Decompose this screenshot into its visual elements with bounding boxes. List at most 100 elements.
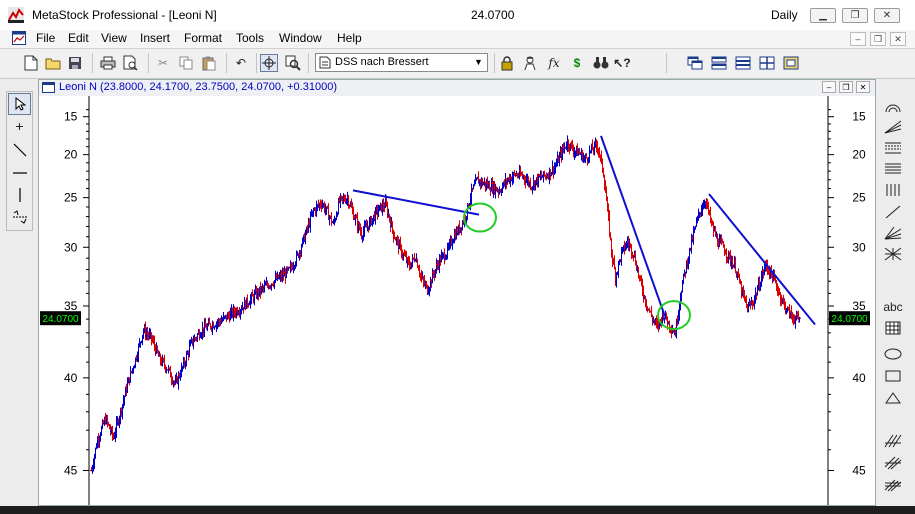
zoom-button[interactable]: [284, 54, 302, 72]
tile-horizontal-button[interactable]: [710, 54, 728, 72]
chart-minimize-button[interactable]: –: [822, 81, 836, 93]
chart-maximize-button[interactable]: ❐: [839, 81, 853, 93]
gann-grid-tool[interactable]: [880, 158, 906, 179]
open-button[interactable]: [44, 54, 62, 72]
y-tick-label: 20: [64, 148, 78, 162]
template-select[interactable]: DSS nach Bressert ▼: [315, 53, 488, 72]
cascade-windows-button[interactable]: [686, 54, 704, 72]
context-help-button[interactable]: ↖?: [613, 54, 631, 72]
window-close-button[interactable]: ✕: [874, 8, 900, 23]
chart-window[interactable]: Leoni N (23.8000, 24.1700, 23.7500, 24.0…: [38, 79, 876, 506]
error-channel-tool[interactable]: [880, 452, 906, 473]
paste-clipboard-icon: [202, 56, 216, 70]
ellipse-tool[interactable]: [880, 343, 906, 364]
restore-icon: ❐: [873, 33, 883, 44]
triangle-tool[interactable]: [880, 387, 906, 408]
chart-window-icon: [42, 82, 55, 93]
gann-fan-icon: [884, 226, 902, 239]
close-icon: ✕: [894, 33, 902, 44]
fx-icon: fx: [548, 56, 560, 70]
gann-fan-tool[interactable]: [880, 222, 906, 243]
y-tick-label: 40: [852, 371, 866, 385]
y-tick-label: 25: [64, 191, 78, 205]
menu-edit[interactable]: Edit: [68, 31, 89, 45]
binoculars-icon: [593, 57, 609, 69]
crosshair-pointer-button[interactable]: [260, 54, 278, 72]
copy-button[interactable]: [177, 54, 195, 72]
mdi-restore-button[interactable]: ❐: [870, 32, 886, 46]
menu-window[interactable]: Window: [279, 31, 322, 45]
mdi-minimize-button[interactable]: –: [850, 32, 866, 46]
menu-help[interactable]: Help: [337, 31, 362, 45]
chart-close-button[interactable]: ✕: [856, 81, 870, 93]
new-file-icon: [24, 55, 38, 71]
retracement-tool[interactable]: [880, 137, 906, 158]
minimize-icon: ▁: [819, 10, 827, 21]
expert-advisor-button[interactable]: [521, 54, 539, 72]
expert-advisor-icon: [524, 56, 536, 71]
chart-window-titlebar[interactable]: Leoni N (23.8000, 24.1700, 23.7500, 24.0…: [39, 80, 875, 97]
y-tick-label: 20: [852, 148, 866, 162]
menu-view[interactable]: View: [101, 31, 127, 45]
chart-document-icon[interactable]: [12, 31, 26, 45]
y-tick-label: 35: [852, 299, 866, 313]
grid-object-tool[interactable]: [880, 317, 906, 338]
security-lock-button[interactable]: [498, 54, 516, 72]
mdi-close-button[interactable]: ✕: [890, 32, 906, 46]
window-minimize-button[interactable]: ▁: [810, 8, 836, 23]
arrow-pointer-icon: [15, 97, 26, 111]
cut-button[interactable]: ✂: [154, 54, 172, 72]
crosshair-tool[interactable]: +: [8, 115, 31, 137]
vertical-line-tool[interactable]: [8, 184, 31, 206]
template-select-value: DSS nach Bressert: [335, 56, 429, 68]
undo-icon: ↶: [235, 56, 247, 70]
fibonacci-retracement-icon: [885, 142, 901, 153]
crosshair-icon: [262, 56, 276, 70]
raff-channel-tool[interactable]: [880, 474, 906, 495]
rectangle-tool[interactable]: [880, 365, 906, 386]
print-preview-button[interactable]: [122, 54, 140, 72]
tile-stacked-button[interactable]: [734, 54, 752, 72]
y-tick-label: 30: [852, 240, 866, 254]
tile-grid-icon: [759, 56, 775, 70]
andrews-pitchfork-tool[interactable]: [880, 430, 906, 451]
indicator-builder-button[interactable]: fx: [545, 54, 563, 72]
cycle-lines-tool[interactable]: [880, 243, 906, 264]
time-zones-tool[interactable]: [880, 179, 906, 200]
metastock-app-icon[interactable]: [8, 7, 24, 23]
tile-vertical-button[interactable]: [758, 54, 776, 72]
arrange-icons-button[interactable]: [782, 54, 800, 72]
menu-format[interactable]: Format: [184, 31, 222, 45]
window-maximize-button[interactable]: ❐: [842, 8, 868, 23]
y-tick-label: 15: [64, 110, 78, 124]
pointer-tool[interactable]: [8, 93, 31, 115]
buy-sell-arrow-tool[interactable]: [8, 206, 31, 228]
horizontal-line-tool[interactable]: [8, 162, 31, 184]
arc-tool[interactable]: [880, 95, 906, 116]
new-button[interactable]: [22, 54, 40, 72]
price-chart[interactable]: 45 40 35 30 25 20 15 45 40 35 30 25 20 15 24.0700 24.…: [39, 96, 875, 505]
open-folder-icon: [45, 58, 61, 70]
y-tick-label: 15: [852, 110, 866, 124]
explorer-button[interactable]: [592, 54, 610, 72]
undo-button[interactable]: ↶: [232, 54, 250, 72]
speed-line-tool[interactable]: [880, 201, 906, 222]
paste-button[interactable]: [200, 54, 218, 72]
text-tool[interactable]: abc: [880, 296, 906, 317]
trendline-tool[interactable]: [8, 139, 31, 161]
y-tick-label: 45: [852, 464, 866, 478]
last-price-tag: 24.0700: [40, 311, 81, 326]
grid-table-icon: [885, 321, 901, 334]
minimize-icon: –: [826, 82, 832, 92]
menu-tools[interactable]: Tools: [236, 31, 264, 45]
system-tester-button[interactable]: $: [568, 54, 586, 72]
buy-sell-arrows-icon: [12, 210, 27, 224]
fan-tool[interactable]: [880, 116, 906, 137]
title-last-price: 24.0700: [471, 8, 515, 22]
print-button[interactable]: [99, 54, 117, 72]
menu-insert[interactable]: Insert: [140, 31, 170, 45]
menu-file[interactable]: File: [36, 31, 55, 45]
save-button[interactable]: [66, 54, 84, 72]
triangle-icon: [885, 391, 901, 403]
help-pointer-icon: ↖?: [613, 56, 631, 70]
